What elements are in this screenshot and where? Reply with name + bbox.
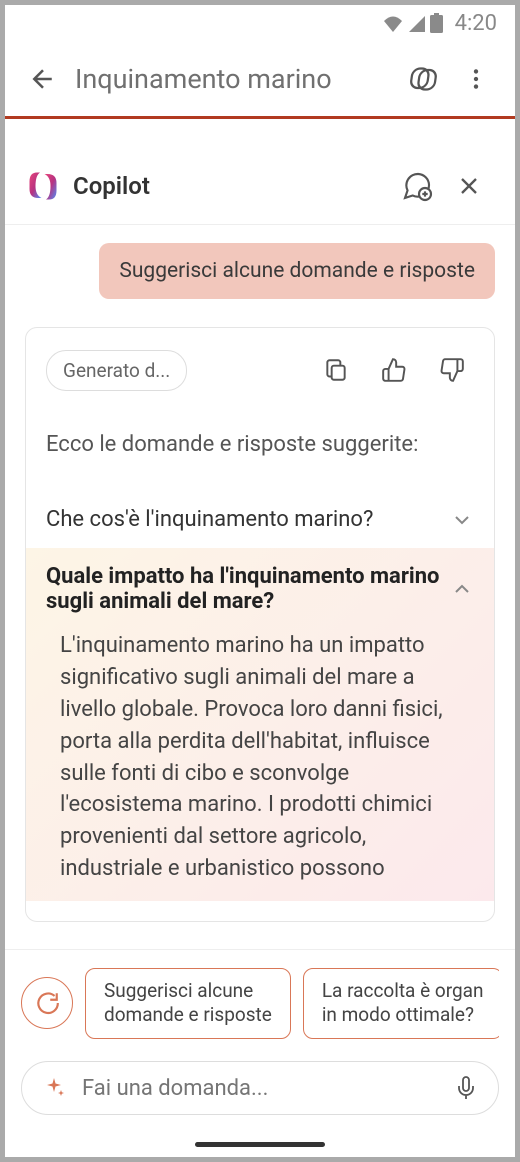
thumbs-up-button[interactable] bbox=[372, 348, 416, 392]
copilot-header-button[interactable] bbox=[401, 54, 451, 104]
mic-icon bbox=[454, 1076, 478, 1100]
new-chat-button[interactable] bbox=[391, 160, 443, 212]
sparkle-button[interactable] bbox=[40, 1074, 68, 1102]
chevron-down-icon bbox=[450, 508, 474, 532]
content-area: Suggerisci alcune domande e risposte Gen… bbox=[5, 225, 515, 949]
bottom-section: Suggerisci alcunedomande e risposte La r… bbox=[5, 949, 515, 1157]
suggestions-row: Suggerisci alcunedomande e risposte La r… bbox=[21, 968, 499, 1039]
copy-icon bbox=[323, 357, 349, 383]
response-card: Generato d... bbox=[25, 327, 495, 922]
nav-handle[interactable] bbox=[195, 1142, 325, 1147]
status-time: 4:20 bbox=[455, 11, 497, 36]
close-icon bbox=[455, 172, 483, 200]
battery-icon bbox=[430, 13, 443, 33]
prompt-input[interactable] bbox=[82, 1076, 438, 1101]
page-title: Inquinamento marino bbox=[75, 63, 401, 95]
device-frame: 4:20 Inquinamento marino bbox=[5, 5, 515, 1157]
input-bar bbox=[21, 1061, 499, 1115]
copilot-title: Copilot bbox=[73, 172, 391, 200]
chevron-up-icon bbox=[450, 577, 474, 601]
thumbs-up-icon bbox=[381, 357, 407, 383]
qa-item-collapsed[interactable]: Che cos'è l'inquinamento marino? bbox=[26, 491, 494, 548]
thumbs-down-icon bbox=[439, 357, 465, 383]
suggestion-chip-1[interactable]: Suggerisci alcunedomande e risposte bbox=[85, 968, 291, 1039]
copilot-icon bbox=[408, 61, 444, 97]
arrow-left-icon bbox=[28, 64, 58, 94]
signal-icon bbox=[407, 14, 427, 32]
qa-answer: L'inquinamento marino ha un impatto sign… bbox=[26, 630, 494, 901]
mic-button[interactable] bbox=[452, 1074, 480, 1102]
chat-plus-icon bbox=[401, 170, 433, 202]
refresh-icon bbox=[34, 990, 60, 1016]
close-button[interactable] bbox=[443, 160, 495, 212]
qa-header-expanded[interactable]: Quale impatto ha l'inquinamento marino s… bbox=[26, 548, 494, 630]
qa-item-expanded: Quale impatto ha l'inquinamento marino s… bbox=[26, 548, 494, 901]
more-vert-icon bbox=[463, 66, 489, 92]
suggestion-chip-2[interactable]: La raccolta è organin modo ottimale? bbox=[303, 968, 499, 1039]
back-button[interactable] bbox=[19, 55, 67, 103]
status-icons bbox=[382, 13, 443, 33]
wifi-icon bbox=[382, 14, 404, 32]
copilot-logo-icon bbox=[25, 168, 61, 204]
app-header: Inquinamento marino bbox=[5, 41, 515, 119]
suggestions-scroll[interactable]: Suggerisci alcunedomande e risposte La r… bbox=[85, 968, 499, 1039]
sparkle-icon bbox=[42, 1076, 66, 1100]
copilot-panel-header: Copilot bbox=[5, 147, 515, 225]
qa-question: Quale impatto ha l'inquinamento marino s… bbox=[46, 564, 450, 614]
response-intro: Ecco le domande e risposte suggerite: bbox=[46, 432, 474, 457]
qa-question: Che cos'è l'inquinamento marino? bbox=[46, 507, 450, 532]
generated-badge[interactable]: Generato d... bbox=[46, 350, 187, 391]
refresh-suggestions-button[interactable] bbox=[21, 977, 73, 1029]
response-header: Generato d... bbox=[46, 348, 474, 392]
thumbs-down-button[interactable] bbox=[430, 348, 474, 392]
more-button[interactable] bbox=[451, 54, 501, 104]
user-message: Suggerisci alcune domande e risposte bbox=[99, 243, 495, 299]
copy-button[interactable] bbox=[314, 348, 358, 392]
status-bar: 4:20 bbox=[5, 5, 515, 41]
